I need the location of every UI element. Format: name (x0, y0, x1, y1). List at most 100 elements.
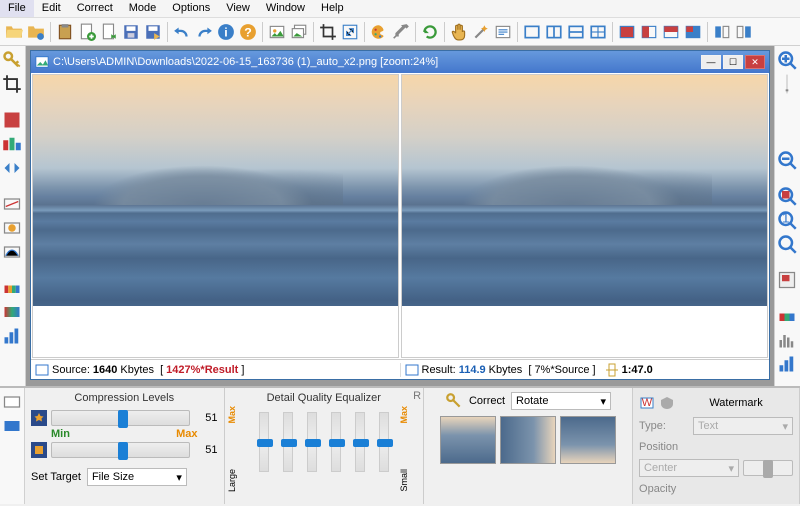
adjust-1-icon[interactable] (2, 194, 22, 214)
palette-icon[interactable] (369, 22, 389, 42)
zoom-in-icon[interactable] (777, 50, 797, 70)
result-pane[interactable] (401, 74, 768, 358)
menu-view[interactable]: View (218, 0, 258, 17)
crop-tool-icon[interactable] (2, 74, 22, 94)
compress-slider[interactable] (51, 442, 190, 458)
layout-d-icon[interactable] (683, 22, 703, 42)
hand-icon[interactable] (449, 22, 469, 42)
save-icon[interactable] (121, 22, 141, 42)
rainbow-2-icon[interactable] (2, 302, 22, 322)
zoom-slider[interactable] (777, 74, 797, 94)
eq-band-6[interactable] (379, 412, 389, 472)
svg-text:?: ? (244, 25, 252, 39)
layout-b-icon[interactable] (639, 22, 659, 42)
red-swatch-icon[interactable] (2, 110, 22, 130)
panel-toggle-2-icon[interactable] (2, 416, 22, 436)
rgb-icon[interactable] (777, 306, 797, 326)
menu-help[interactable]: Help (313, 0, 352, 17)
nav-icon[interactable] (777, 270, 797, 290)
rainbow-icon[interactable] (2, 278, 22, 298)
maximize-button[interactable]: ☐ (723, 55, 743, 69)
images-icon[interactable] (289, 22, 309, 42)
title-bar[interactable]: C:\Users\ADMIN\Downloads\2022-06-15_1637… (31, 51, 769, 73)
view-left-icon[interactable] (712, 22, 732, 42)
equalizer-title: Detail Quality Equalizer (231, 392, 418, 404)
panel-toggle-1-icon[interactable] (2, 392, 22, 412)
zoom-fit-icon[interactable] (777, 186, 797, 206)
compress-value: 51 (194, 444, 218, 456)
status-bar: Source: 1640 Kbytes [1427%*Result] Resul… (31, 359, 769, 379)
correct-key-icon[interactable] (445, 392, 463, 410)
resize-icon[interactable] (340, 22, 360, 42)
min-label: Min (51, 428, 70, 440)
info-icon[interactable]: i (216, 22, 236, 42)
paste-icon[interactable] (55, 22, 75, 42)
redo-icon[interactable] (194, 22, 214, 42)
menu-edit[interactable]: Edit (34, 0, 69, 17)
watermark-panel: W Watermark Type: Text▾ Position Center▾… (633, 388, 800, 504)
correct-label: Correct (469, 395, 505, 407)
menu-correct[interactable]: Correct (69, 0, 121, 17)
save-as-icon[interactable] (143, 22, 163, 42)
layout-1-icon[interactable] (522, 22, 542, 42)
target-mode-select[interactable]: File Size▾ (87, 468, 187, 486)
layout-a-icon[interactable] (617, 22, 637, 42)
bottom-panels: Compression Levels 51 MinMax 51 Set Targ… (0, 386, 800, 504)
recent-icon[interactable] (26, 22, 46, 42)
quality-preset-icon[interactable] (31, 410, 47, 426)
menu-file[interactable]: File (0, 0, 34, 17)
source-pane[interactable] (32, 74, 399, 358)
flip-icon[interactable] (2, 158, 22, 178)
bars-icon[interactable] (2, 326, 22, 346)
hist-icon[interactable] (777, 330, 797, 350)
rotate-option-2[interactable] (500, 416, 556, 464)
watermark-icon-2[interactable] (659, 395, 675, 411)
adjust-3-icon[interactable] (2, 242, 22, 262)
doc-recycle-icon[interactable] (99, 22, 119, 42)
levels-icon[interactable] (777, 354, 797, 374)
undo-icon[interactable] (172, 22, 192, 42)
image-icon[interactable] (267, 22, 287, 42)
open-file-icon[interactable] (4, 22, 24, 42)
menu-options[interactable]: Options (164, 0, 218, 17)
text-edit-icon[interactable] (493, 22, 513, 42)
adjust-2-icon[interactable] (2, 218, 22, 238)
layout-c-icon[interactable] (661, 22, 681, 42)
eq-band-1[interactable] (259, 412, 269, 472)
doc-new-icon[interactable] (77, 22, 97, 42)
minimize-button[interactable]: — (701, 55, 721, 69)
layout-quad-icon[interactable] (588, 22, 608, 42)
svg-text:W: W (642, 397, 653, 409)
layout-split-v-icon[interactable] (544, 22, 564, 42)
wand-icon[interactable] (471, 22, 491, 42)
close-button[interactable]: ✕ (745, 55, 765, 69)
zoom-sel-icon[interactable] (777, 234, 797, 254)
refresh-icon[interactable] (420, 22, 440, 42)
layout-split-h-icon[interactable] (566, 22, 586, 42)
quality-slider[interactable] (51, 410, 190, 426)
eq-band-2[interactable] (283, 412, 293, 472)
key-icon[interactable] (2, 50, 22, 70)
compress-preset-icon[interactable] (31, 442, 47, 458)
menu-window[interactable]: Window (258, 0, 313, 17)
help-icon[interactable]: ? (238, 22, 258, 42)
menu-mode[interactable]: Mode (121, 0, 165, 17)
eyedropper-icon[interactable] (391, 22, 411, 42)
eq-band-5[interactable] (355, 412, 365, 472)
zoom-100-icon[interactable]: 1 (777, 210, 797, 230)
compression-panel: Compression Levels 51 MinMax 51 Set Targ… (25, 388, 225, 504)
channels-icon[interactable] (2, 134, 22, 154)
source-size: 1640 (93, 364, 117, 376)
wm-offset-slider (743, 460, 793, 476)
watermark-icon-1[interactable]: W (639, 395, 655, 411)
view-right-icon[interactable] (734, 22, 754, 42)
eq-band-4[interactable] (331, 412, 341, 472)
correct-panel: Correct Rotate▾ (424, 388, 633, 504)
ratio: 1:47.0 (622, 364, 653, 376)
correct-mode-select[interactable]: Rotate▾ (511, 392, 611, 410)
rotate-option-1[interactable] (440, 416, 496, 464)
rotate-option-3[interactable] (560, 416, 616, 464)
crop-icon[interactable] (318, 22, 338, 42)
zoom-out-icon[interactable] (777, 150, 797, 170)
eq-band-3[interactable] (307, 412, 317, 472)
